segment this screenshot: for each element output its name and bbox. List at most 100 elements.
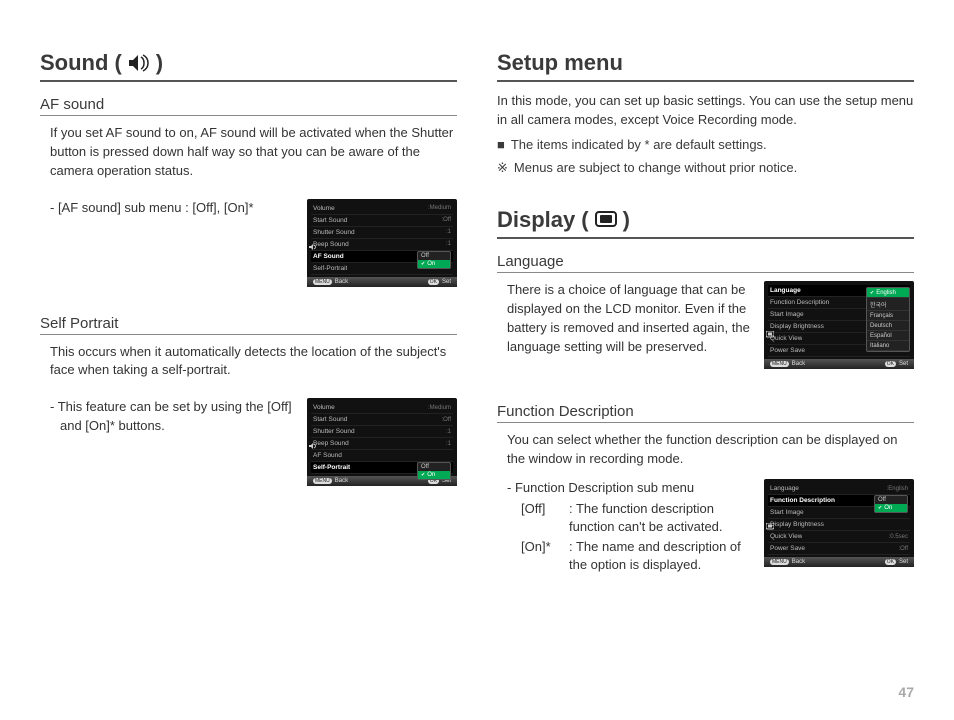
lcd-menu-row: Beep Sound:1 bbox=[311, 438, 453, 450]
lcd-footer: MENUBack OKSet bbox=[307, 277, 457, 287]
display-icon bbox=[595, 211, 617, 229]
lcd-menu-row: Quick View:0.5sec bbox=[768, 531, 910, 543]
lcd-menu-label: Function Description bbox=[770, 497, 835, 504]
lcd-menu-row: Start Sound :Off bbox=[311, 414, 453, 426]
lcd-option: Français bbox=[867, 311, 909, 321]
lcd-menu-row: Display Brightness bbox=[768, 519, 910, 531]
lcd-back-label: Back bbox=[792, 361, 805, 367]
lcd-menu-row: AF Sound bbox=[311, 450, 453, 462]
lcd-option-popup: OffOn bbox=[417, 462, 451, 480]
lcd-option-popup: OffOn bbox=[874, 495, 908, 513]
lcd-menu-row: Language :English bbox=[768, 483, 910, 495]
lcd-back-pill: MENU bbox=[313, 478, 332, 484]
lcd-menu-row: Shutter Sound :1 bbox=[311, 227, 453, 239]
lcd-option-popup: OffOn bbox=[417, 251, 451, 269]
self-portrait-body: This occurs when it automatically detect… bbox=[50, 343, 457, 381]
lcd-option-popup: English한국어FrançaisDeutschEspañolItaliano bbox=[866, 287, 910, 352]
paren-close: ) bbox=[156, 50, 163, 76]
lcd-option: On bbox=[418, 260, 450, 268]
lcd-back-pill: MENU bbox=[770, 559, 789, 565]
lcd-set-pill: OK bbox=[428, 279, 439, 285]
lcd-option: Español bbox=[867, 331, 909, 341]
lcd-menu-label: Shutter Sound bbox=[313, 428, 355, 435]
lcd-back-button: MENUBack bbox=[313, 279, 348, 285]
lcd-menu-label: AF Sound bbox=[313, 452, 342, 459]
sound-heading: Sound ( ) bbox=[40, 50, 457, 82]
lcd-menu-label: Function Description bbox=[770, 299, 829, 306]
lcd-menu-label: Self-Portrait bbox=[313, 464, 350, 471]
lcd-set-label: Set bbox=[899, 361, 908, 367]
reference-mark-icon: ※ bbox=[497, 159, 508, 178]
lcd-menu-label: Display Brightness bbox=[770, 323, 824, 330]
self-portrait-submenu: - This feature can be set by using the [… bbox=[50, 398, 293, 436]
lcd-menu-label: Quick View bbox=[770, 533, 802, 540]
lcd-category-icon bbox=[766, 523, 774, 531]
lcd-function-description: Language :English Function Description Star… bbox=[764, 479, 914, 567]
lcd-footer: MENUBack OKSet bbox=[764, 557, 914, 567]
lcd-back-label: Back bbox=[335, 279, 348, 285]
language-subheading: Language bbox=[497, 253, 914, 273]
lcd-back-pill: MENU bbox=[770, 361, 789, 367]
manual-page: Sound ( ) AF sound If you set AF sound t… bbox=[0, 0, 954, 720]
display-heading: Display ( ) bbox=[497, 207, 914, 239]
lcd-option: Italiano bbox=[867, 341, 909, 351]
square-bullet-icon: ■ bbox=[497, 136, 505, 155]
setup-note-defaults: The items indicated by * are default set… bbox=[511, 136, 767, 155]
lcd-option: Off bbox=[418, 463, 450, 471]
lcd-option: Deutsch bbox=[867, 321, 909, 331]
setup-note-change: Menus are subject to change without prio… bbox=[514, 159, 797, 178]
lcd-menu-label: Start Sound bbox=[313, 416, 347, 423]
lcd-menu-label: Quick View bbox=[770, 335, 802, 342]
lcd-menu-label: Start Image bbox=[770, 509, 804, 516]
lcd-option: 한국어 bbox=[867, 298, 909, 311]
lcd-set-pill: OK bbox=[885, 559, 896, 565]
lcd-set-label: Set bbox=[442, 279, 451, 285]
lcd-menu-label: Beep Sound bbox=[313, 241, 349, 248]
lcd-back-label: Back bbox=[335, 478, 348, 484]
left-column: Sound ( ) AF sound If you set AF sound t… bbox=[40, 50, 457, 575]
paren-open: ( bbox=[581, 207, 588, 233]
lcd-menu-label: Beep Sound bbox=[313, 440, 349, 447]
lcd-menu-label: Language bbox=[770, 287, 801, 294]
lcd-menu-row: Start Sound :Off bbox=[311, 215, 453, 227]
lcd-back-label: Back bbox=[792, 559, 805, 565]
setup-menu-body: In this mode, you can set up basic setti… bbox=[497, 92, 914, 130]
lcd-menu-label: Self-Portrait bbox=[313, 265, 347, 272]
self-portrait-sub-line2: and [On]* buttons. bbox=[60, 417, 293, 436]
lcd-menu-value: :1 bbox=[446, 241, 451, 247]
lcd-menu-label: Volume bbox=[313, 205, 335, 212]
paren-close: ) bbox=[623, 207, 630, 233]
lcd-menu-value: :Off bbox=[441, 417, 451, 423]
setup-menu-heading: Setup menu bbox=[497, 50, 914, 82]
af-sound-submenu: - [AF sound] sub menu : [Off], [On]* bbox=[50, 199, 293, 218]
lcd-menu-value: :English bbox=[887, 486, 908, 492]
lcd-menu-label: Start Sound bbox=[313, 217, 347, 224]
paren-open: ( bbox=[114, 50, 121, 76]
lcd-menu-label: Shutter Sound bbox=[313, 229, 355, 236]
lcd-menu-value: :Off bbox=[441, 217, 451, 223]
lcd-menu-label: Volume bbox=[313, 404, 335, 411]
lcd-footer: MENUBack OKSet bbox=[764, 359, 914, 369]
lcd-back-button: MENUBack bbox=[770, 361, 805, 367]
lcd-menu-label: Language bbox=[770, 485, 799, 492]
lcd-option: Off bbox=[875, 496, 907, 504]
fd-off-key: [Off] bbox=[521, 500, 563, 536]
lcd-menu-row: Beep Sound :1 bbox=[311, 239, 453, 251]
fd-menu-label: - Function Description sub menu bbox=[507, 479, 750, 498]
page-number: 47 bbox=[898, 684, 914, 700]
lcd-set-label: Set bbox=[899, 559, 908, 565]
lcd-menu-value: :Off bbox=[898, 546, 908, 552]
lcd-self-portrait: Volume:MediumStart Sound:OffShutter Soun… bbox=[307, 398, 457, 486]
fd-on-key: [On]* bbox=[521, 538, 563, 574]
lcd-category-icon bbox=[309, 243, 317, 251]
af-sound-body: If you set AF sound to on, AF sound will… bbox=[50, 124, 457, 181]
lcd-menu-row: Volume:Medium bbox=[311, 203, 453, 215]
lcd-option: On bbox=[875, 504, 907, 512]
lcd-option: On bbox=[418, 471, 450, 479]
lcd-back-button: MENUBack bbox=[770, 559, 805, 565]
lcd-set-button: OKSet bbox=[885, 361, 908, 367]
lcd-menu-label: Display Brightness bbox=[770, 521, 824, 528]
function-description-subheading: Function Description bbox=[497, 403, 914, 423]
lcd-menu-value: :1 bbox=[446, 229, 451, 235]
lcd-back-button: MENUBack bbox=[313, 478, 348, 484]
